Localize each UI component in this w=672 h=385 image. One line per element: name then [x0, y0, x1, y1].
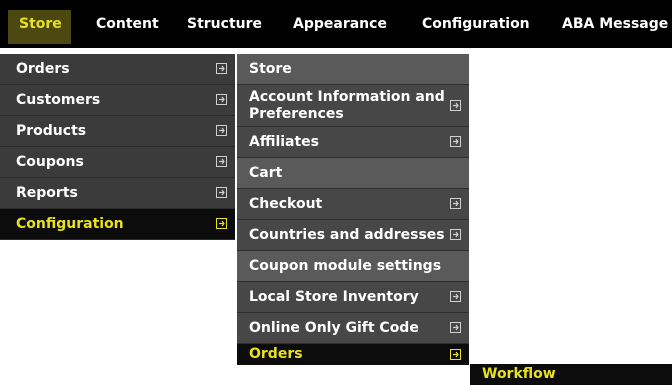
config-item-affiliates[interactable]: Affiliates: [237, 127, 469, 158]
configuration-flyout-menu: Store Account Information and Preference…: [237, 54, 469, 365]
expand-submenu-icon: [216, 125, 227, 136]
expand-submenu-icon: [450, 99, 461, 111]
config-item-orders[interactable]: Orders: [237, 344, 469, 365]
admin-menu-bar: Store Content Structure Appearance Confi…: [0, 0, 672, 48]
menu-item-label: Countries and addresses: [249, 226, 445, 243]
menu-item-products[interactable]: Products: [0, 116, 235, 147]
expand-submenu-icon: [216, 94, 227, 105]
config-item-local-store-inventory[interactable]: Local Store Inventory: [237, 282, 469, 313]
menu-item-label: Affiliates: [249, 133, 320, 150]
expand-submenu-icon: [450, 229, 461, 240]
config-item-countries-and-addresses[interactable]: Countries and addresses: [237, 220, 469, 251]
menu-item-label: Configuration: [16, 216, 124, 232]
expand-submenu-icon: [216, 187, 227, 198]
expand-submenu-icon: [450, 291, 461, 302]
menu-item-label: Coupon module settings: [249, 257, 442, 274]
topbar-item-store[interactable]: Store: [19, 0, 62, 48]
menu-item-label: Checkout: [249, 195, 323, 212]
menu-item-label: Local Store Inventory: [249, 288, 419, 305]
config-item-checkout[interactable]: Checkout: [237, 189, 469, 220]
expand-submenu-icon: [450, 136, 461, 147]
topbar-item-content[interactable]: Content: [96, 0, 159, 48]
menu-item-customers[interactable]: Customers: [0, 85, 235, 116]
menu-item-label: Orders: [16, 61, 70, 77]
config-item-online-only-gift-code[interactable]: Online Only Gift Code: [237, 313, 469, 344]
expand-submenu-icon: [216, 218, 227, 229]
menu-item-label: Cart: [249, 164, 283, 181]
menu-item-label: Store: [249, 60, 292, 77]
store-dropdown-menu: Orders Customers Products Coupons Report…: [0, 54, 235, 240]
menu-item-label: Products: [16, 123, 87, 139]
expand-submenu-icon: [450, 322, 461, 333]
topbar-item-configuration[interactable]: Configuration: [422, 0, 530, 48]
expand-submenu-icon: [216, 63, 227, 74]
orders-item-workflow[interactable]: Workflow: [482, 364, 556, 385]
config-item-account-information[interactable]: Account Information and Preferences: [237, 85, 469, 127]
expand-submenu-icon: [450, 198, 461, 209]
topbar-item-appearance[interactable]: Appearance: [293, 0, 387, 48]
orders-flyout-menu: Workflow: [470, 364, 672, 385]
menu-item-label: Account Information and Preferences: [249, 88, 445, 122]
config-item-coupon-module-settings[interactable]: Coupon module settings: [237, 251, 469, 282]
menu-item-label: Online Only Gift Code: [249, 319, 419, 336]
expand-submenu-icon: [216, 156, 227, 167]
menu-item-label: Coupons: [16, 154, 84, 170]
expand-submenu-icon: [450, 348, 461, 360]
menu-item-label: Orders: [249, 346, 303, 362]
topbar-item-aba-message[interactable]: ABA Message: [562, 0, 668, 48]
menu-item-orders[interactable]: Orders: [0, 54, 235, 85]
config-item-cart[interactable]: Cart: [237, 158, 469, 189]
menu-item-reports[interactable]: Reports: [0, 178, 235, 209]
menu-item-label: Customers: [16, 92, 101, 108]
menu-item-coupons[interactable]: Coupons: [0, 147, 235, 178]
config-item-store[interactable]: Store: [237, 54, 469, 85]
menu-item-label: Reports: [16, 185, 78, 201]
topbar-item-structure[interactable]: Structure: [187, 0, 262, 48]
menu-item-configuration[interactable]: Configuration: [0, 209, 235, 240]
